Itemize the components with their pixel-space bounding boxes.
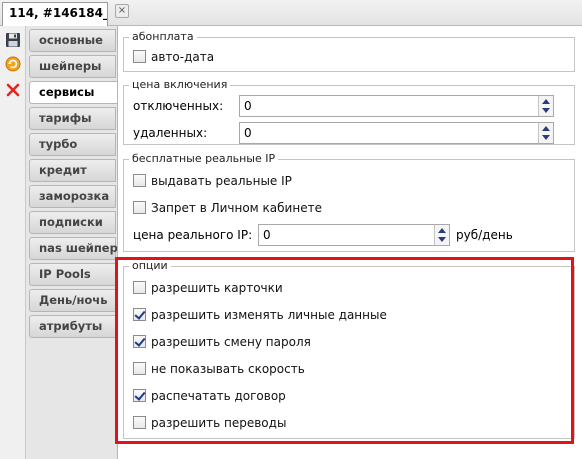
nav-item-services[interactable]: сервисы (29, 81, 119, 104)
disabled-price-value: 0 (244, 99, 252, 113)
legend-options: опции (129, 259, 171, 273)
spin-buttons[interactable] (538, 96, 553, 116)
allow-cards-label: разрешить карточки (151, 281, 283, 295)
allow-edit-personal-data-checkbox[interactable] (133, 308, 146, 321)
nav-item-credit[interactable]: кредит (29, 159, 116, 182)
legend-abonplata: абонплата (129, 30, 197, 44)
fieldset-abonplata: абонплата авто-дата (123, 30, 575, 72)
deleted-price-value: 0 (244, 126, 252, 140)
give-real-ip-label: выдавать реальные IP (151, 174, 292, 188)
allow-password-change-label: разрешить смену пароля (151, 335, 311, 349)
hide-speed-label: не показывать скорость (151, 362, 305, 376)
ban-cabinet-row[interactable]: Запрет в Личном кабинете (133, 198, 322, 218)
nav-item-tariffs[interactable]: тарифы (29, 107, 116, 130)
print-contract-label: распечатать договор (151, 389, 286, 403)
deleted-price-label: удаленных: (133, 126, 208, 140)
spin-buttons[interactable] (434, 225, 449, 245)
spin-buttons[interactable] (538, 123, 553, 143)
vertical-nav: основные шейперы сервисы тарифы турбо кр… (26, 26, 119, 459)
deleted-price-field[interactable]: 0 (239, 122, 554, 144)
real-ip-price-field[interactable]: 0 (258, 224, 450, 246)
fieldset-price-on: цена включения отключенных: 0 удаленных:… (123, 78, 575, 145)
auto-date-row[interactable]: авто-дата (133, 47, 214, 67)
nav-item-turbo[interactable]: турбо (29, 133, 116, 156)
option-row-password[interactable]: разрешить смену пароля (133, 332, 311, 352)
nav-item-main[interactable]: основные (29, 29, 116, 52)
tab-strip: 114, #146184_1 × (0, 0, 582, 26)
spin-down-icon[interactable] (542, 108, 550, 113)
real-ip-price-label: цена реального IP: (133, 228, 253, 242)
allow-password-change-checkbox[interactable] (133, 335, 146, 348)
nav-item-day-night[interactable]: День/ночь (29, 289, 116, 312)
legend-price-on: цена включения (129, 78, 231, 92)
nav-item-attributes[interactable]: атрибуты (29, 315, 116, 338)
nav-item-freeze[interactable]: заморозка (29, 185, 116, 208)
option-row-contract[interactable]: распечатать договор (133, 386, 286, 406)
nav-item-ip-pools[interactable]: IP Pools (29, 263, 116, 286)
legend-free-ip: бесплатные реальные IP (129, 152, 279, 166)
give-real-ip-row[interactable]: выдавать реальные IP (133, 171, 292, 191)
auto-date-checkbox[interactable] (133, 50, 146, 63)
nav-item-subscriptions[interactable]: подписки (29, 211, 116, 234)
allow-transfers-label: разрешить переводы (151, 416, 287, 430)
spin-up-icon[interactable] (542, 126, 550, 131)
nav-item-shapers[interactable]: шейперы (29, 55, 116, 78)
real-ip-price-unit: руб/день (456, 228, 513, 242)
fieldset-free-ip: бесплатные реальные IP выдавать реальные… (123, 152, 575, 252)
spin-up-icon[interactable] (542, 99, 550, 104)
refresh-icon[interactable] (5, 56, 21, 72)
close-icon[interactable]: × (115, 4, 129, 18)
disabled-price-field[interactable]: 0 (239, 95, 554, 117)
left-toolbar (0, 26, 26, 459)
print-contract-checkbox[interactable] (133, 389, 146, 402)
give-real-ip-checkbox[interactable] (133, 174, 146, 187)
option-row-transfers[interactable]: разрешить переводы (133, 413, 286, 433)
hide-speed-checkbox[interactable] (133, 362, 146, 375)
services-panel: абонплата авто-дата цена включения отклю… (117, 26, 582, 459)
delete-icon[interactable] (5, 82, 21, 98)
nav-item-nas-shaper[interactable]: nas шейпер (29, 237, 118, 260)
spin-up-icon[interactable] (438, 228, 446, 233)
allow-transfers-checkbox[interactable] (133, 416, 146, 429)
tab-title[interactable]: 114, #146184_1 (2, 2, 108, 26)
option-row-speed[interactable]: не показывать скорость (133, 359, 305, 379)
option-row-cards[interactable]: разрешить карточки (133, 278, 283, 298)
allow-cards-checkbox[interactable] (133, 281, 146, 294)
allow-edit-personal-data-label: разрешить изменять личные данные (151, 308, 387, 322)
auto-date-label: авто-дата (151, 50, 215, 64)
spin-down-icon[interactable] (542, 135, 550, 140)
ban-cabinet-checkbox[interactable] (133, 201, 146, 214)
ban-cabinet-label: Запрет в Личном кабинете (151, 201, 322, 215)
spin-down-icon[interactable] (438, 237, 446, 242)
disabled-price-label: отключенных: (133, 99, 224, 113)
fieldset-options: опции разрешить карточки разрешить измен… (123, 259, 575, 439)
save-icon[interactable] (5, 32, 21, 48)
option-row-personal-data[interactable]: разрешить изменять личные данные (133, 305, 387, 325)
real-ip-price-value: 0 (263, 228, 271, 242)
